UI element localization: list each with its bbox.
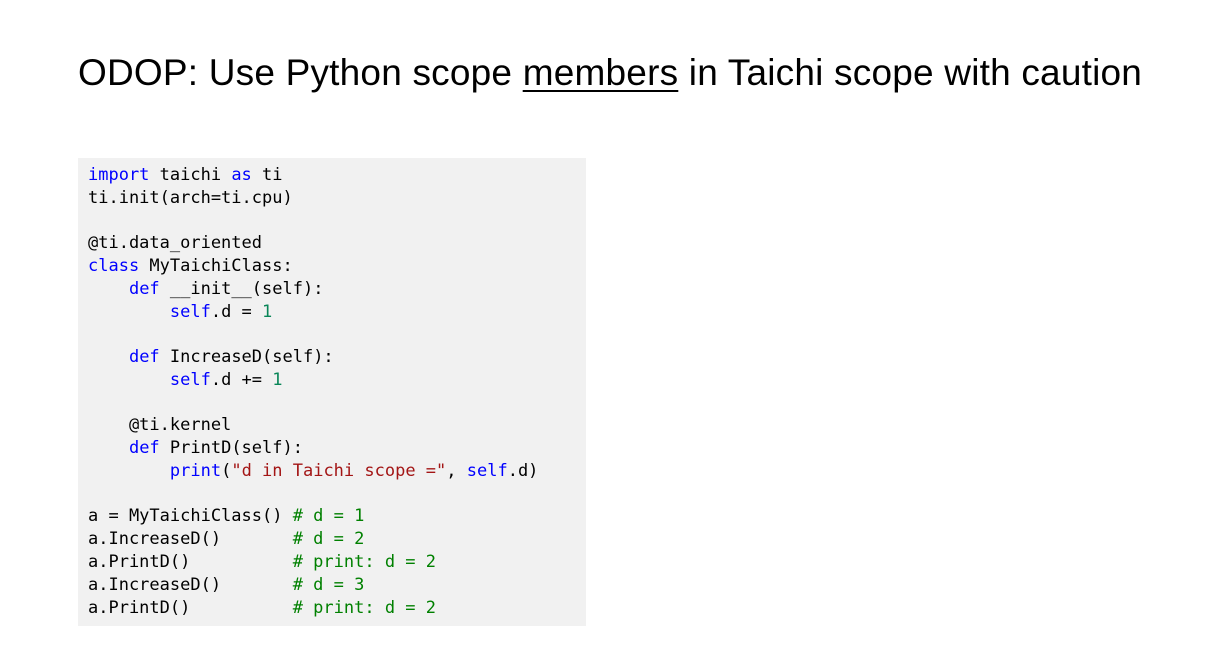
comment: # print: d = 2 — [292, 552, 436, 572]
code-block: import taichi as ti ti.init(arch=ti.cpu)… — [78, 158, 586, 626]
code-text: a.PrintD() — [88, 552, 293, 572]
code-text: .d) — [507, 461, 539, 481]
comment: # d = 2 — [292, 529, 365, 549]
code-text: , — [446, 461, 467, 481]
title-suffix: in Taichi scope with caution — [678, 52, 1143, 93]
code-line-instantiate: a = MyTaichiClass() # d = 1 — [88, 505, 364, 528]
code-text: ( — [221, 461, 232, 481]
comment: # print: d = 2 — [292, 598, 436, 618]
keyword: def — [128, 279, 160, 299]
title-underlined-word: members — [522, 52, 679, 93]
code-line-printd-body: print("d in Taichi scope =", self.d) — [88, 460, 539, 483]
code-text: __init__(self): — [159, 279, 324, 299]
code-text: a.IncreaseD() — [88, 529, 293, 549]
code-text: .d += — [210, 370, 273, 390]
slide-title: ODOP: Use Python scope members in Taichi… — [78, 52, 1142, 94]
comment: # d = 1 — [292, 506, 365, 526]
code-line-increase-def: def IncreaseD(self): — [88, 346, 334, 369]
keyword: class — [88, 256, 140, 276]
self-keyword: self — [169, 302, 211, 322]
code-line-increase-call-1: a.IncreaseD() # d = 2 — [88, 528, 364, 551]
code-text: a.IncreaseD() — [88, 575, 293, 595]
code-text: MyTaichiClass: — [139, 256, 293, 276]
code-line-decorator-data-oriented: @ti.data_oriented — [88, 232, 262, 255]
code-text: IncreaseD(self): — [159, 347, 334, 367]
string-literal: "d in Taichi scope =" — [231, 461, 447, 481]
keyword: def — [128, 438, 160, 458]
code-line-import: import taichi as ti — [88, 164, 283, 187]
code-text: taichi — [149, 165, 232, 185]
self-keyword: self — [169, 370, 211, 390]
code-text: ti.init(arch=ti.cpu) — [88, 188, 293, 208]
code-line-print-call-2: a.PrintD() # print: d = 2 — [88, 597, 436, 620]
code-text: a = MyTaichiClass() — [88, 506, 293, 526]
code-line-print-call-1: a.PrintD() # print: d = 2 — [88, 551, 436, 574]
number-literal: 1 — [262, 302, 273, 322]
code-line-init: ti.init(arch=ti.cpu) — [88, 187, 293, 210]
comment: # d = 3 — [292, 575, 365, 595]
code-text: PrintD(self): — [159, 438, 303, 458]
code-line-increase-call-2: a.IncreaseD() # d = 3 — [88, 574, 364, 597]
code-text: @ti.kernel — [88, 415, 232, 435]
keyword: as — [231, 165, 252, 185]
code-line-init-body: self.d = 1 — [88, 301, 272, 324]
code-line-class-def: class MyTaichiClass: — [88, 255, 293, 278]
keyword: def — [128, 347, 160, 367]
code-text: ti — [251, 165, 283, 185]
number-literal: 1 — [272, 370, 283, 390]
code-text: @ti.data_oriented — [88, 233, 262, 253]
code-line-increase-body: self.d += 1 — [88, 369, 283, 392]
code-line-init-def: def __init__(self): — [88, 278, 323, 301]
self-keyword: self — [466, 461, 508, 481]
code-line-decorator-kernel: @ti.kernel — [88, 414, 231, 437]
title-prefix: ODOP: Use Python scope — [78, 52, 523, 93]
code-text: .d = — [210, 302, 263, 322]
code-line-printd-def: def PrintD(self): — [88, 437, 303, 460]
keyword: import — [88, 165, 150, 185]
builtin-print: print — [169, 461, 222, 481]
code-text: a.PrintD() — [88, 598, 293, 618]
